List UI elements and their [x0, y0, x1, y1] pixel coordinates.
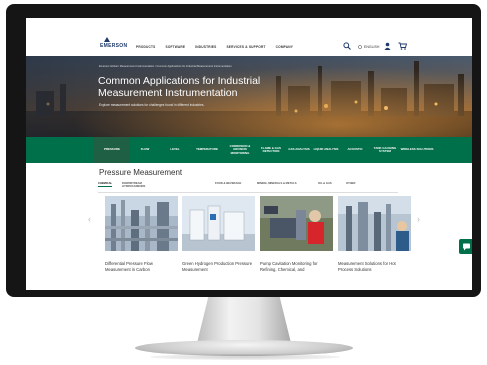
card-title[interactable]: Pump Cavitation Monitoring for Refining,… [260, 261, 333, 272]
emerson-logo-icon [104, 37, 110, 42]
hero-banner: Emerson Global / Measurement Instrumenta… [26, 56, 472, 137]
application-card[interactable]: Pump Cavitation Monitoring for Refining,… [260, 196, 333, 272]
user-icon[interactable] [384, 42, 391, 50]
tab-food-beverage[interactable]: FOOD & BEVERAGE [215, 182, 241, 185]
tab-downstream-hydrocarbons[interactable]: DOWNSTREAM HYDROCARBONS [122, 182, 158, 188]
carousel-next-icon[interactable]: › [417, 214, 420, 224]
card-title[interactable]: Differential Pressure Flow Measurement i… [105, 261, 178, 272]
nav-item-services[interactable]: SERVICES & SUPPORT [226, 45, 265, 49]
industry-tabs: CHEMICAL DOWNSTREAM HYDROCARBONS FOOD & … [98, 182, 398, 192]
category-tab-level[interactable]: LEVEL [160, 137, 190, 163]
page-title: Common Applications for Industrial Measu… [98, 75, 261, 99]
category-tab-flame-gas[interactable]: FLAME & GAS DETECTION [256, 137, 286, 163]
tabs-divider [98, 192, 398, 193]
hero-subtitle: Explore measurement solutions for challe… [99, 103, 205, 107]
chat-icon [463, 243, 470, 251]
globe-icon [358, 45, 362, 49]
card-image-plant [338, 196, 411, 251]
category-tab-pressure[interactable]: PRESSURE [94, 137, 130, 163]
card-image-pump [260, 196, 333, 251]
language-label: ENGLISH [364, 45, 380, 49]
application-card[interactable]: Green Hydrogen Production Pressure Measu… [182, 196, 255, 272]
category-tab-bar: PRESSURE FLOW LEVEL TEMPERATURE CORROSIO… [26, 137, 472, 163]
card-title[interactable]: Measurement Solutions for Hot Process So… [338, 261, 411, 272]
card-image-pipes [105, 196, 178, 251]
chat-button[interactable] [459, 239, 472, 254]
site-header: EMERSON PRODUCTS SOFTWARE INDUSTRIES SER… [26, 18, 472, 56]
application-card[interactable]: Measurement Solutions for Hot Process So… [338, 196, 411, 272]
tab-mining[interactable]: MINING, MINERALS & METALS [257, 182, 297, 185]
category-tab-temperature[interactable]: TEMPERATURE [190, 137, 224, 163]
tab-other[interactable]: OTHER [346, 182, 355, 185]
search-icon[interactable] [343, 42, 351, 50]
category-tab-corrosion[interactable]: CORROSION & EROSION MONITORING [224, 137, 256, 163]
cart-icon[interactable] [398, 42, 407, 50]
carousel-prev-icon[interactable]: ‹ [88, 214, 91, 224]
card-title[interactable]: Green Hydrogen Production Pressure Measu… [182, 261, 255, 272]
tab-chemical[interactable]: CHEMICAL [98, 182, 113, 188]
category-tab-gas-analysis[interactable]: GAS ANALYSIS [286, 137, 312, 163]
card-image-hydrogen [182, 196, 255, 251]
category-tab-wireless[interactable]: WIRELESS SOLUTIONS [400, 137, 434, 163]
emerson-logo[interactable]: EMERSON [100, 43, 127, 49]
language-selector[interactable]: ENGLISH [358, 45, 379, 49]
nav-item-industries[interactable]: INDUSTRIES [195, 45, 216, 49]
category-tab-liquid-analysis[interactable]: LIQUID ANALYSIS [312, 137, 340, 163]
section-title: Pressure Measurement [99, 168, 183, 177]
main-nav: PRODUCTS SOFTWARE INDUSTRIES SERVICES & … [136, 45, 293, 49]
monitor-stand-neck [197, 297, 291, 343]
breadcrumb[interactable]: Emerson Global / Measurement Instrumenta… [99, 65, 232, 68]
website-screen: EMERSON PRODUCTS SOFTWARE INDUSTRIES SER… [26, 18, 472, 290]
nav-item-products[interactable]: PRODUCTS [136, 45, 156, 49]
category-tab-flow[interactable]: FLOW [130, 137, 160, 163]
nav-item-company[interactable]: COMPANY [276, 45, 293, 49]
category-tab-acoustic[interactable]: ACOUSTIC [340, 137, 370, 163]
tab-oil-gas[interactable]: OIL & GAS [318, 182, 332, 185]
monitor-bezel: EMERSON PRODUCTS SOFTWARE INDUSTRIES SER… [6, 4, 481, 297]
application-card[interactable]: Differential Pressure Flow Measurement i… [105, 196, 178, 272]
nav-item-software[interactable]: SOFTWARE [166, 45, 186, 49]
category-tab-tank-gauging[interactable]: TANK GAUGING SYSTEM [370, 137, 400, 163]
